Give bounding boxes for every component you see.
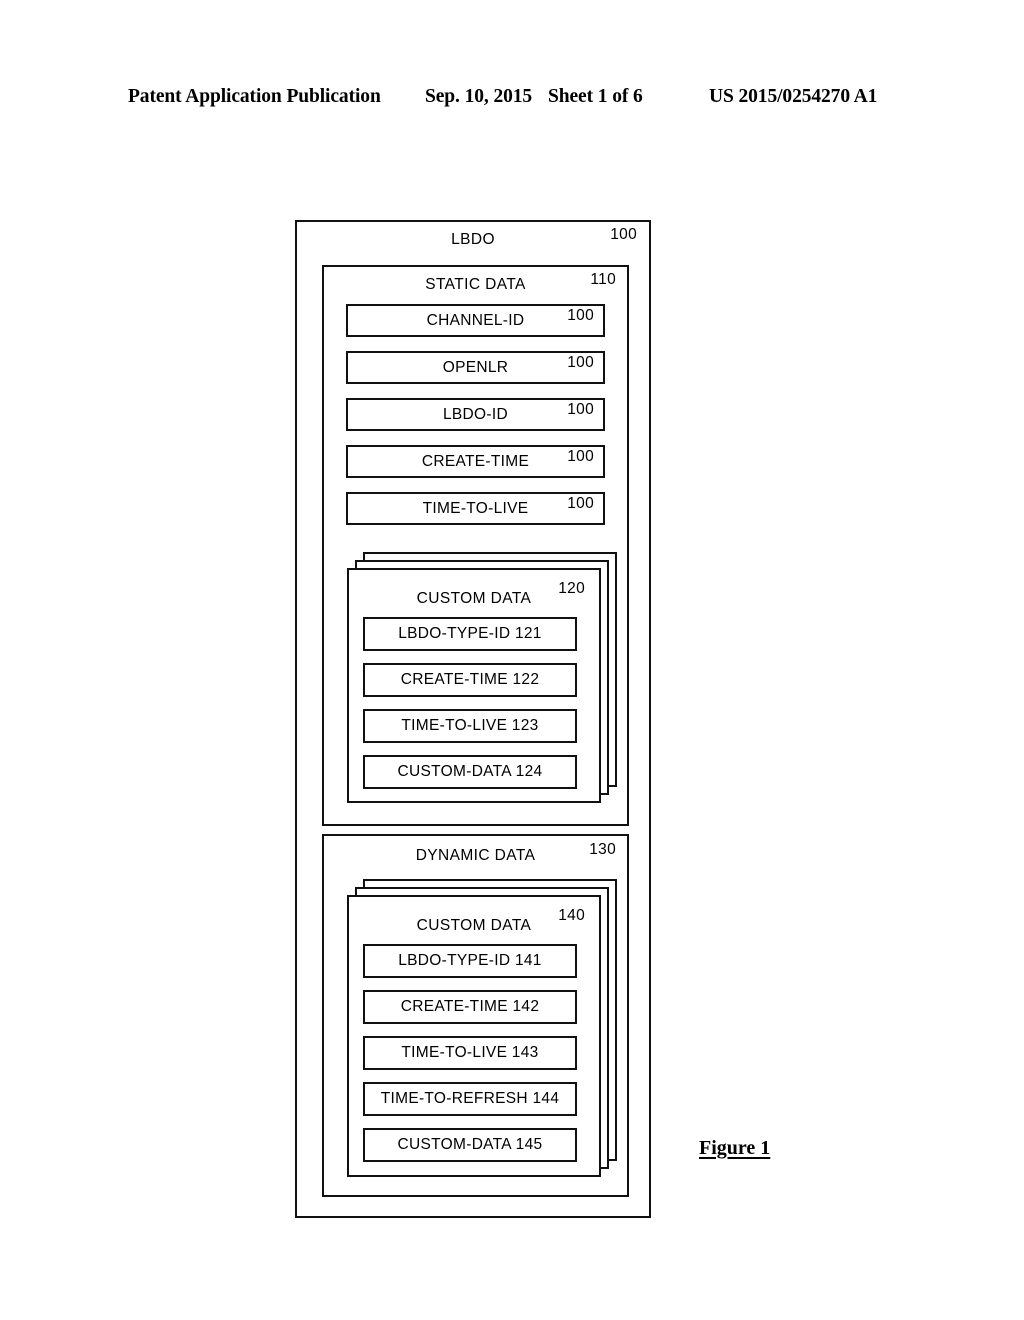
lbdo-container: LBDO 100 STATIC DATA 110 CHANNEL-ID 100 … [295,220,651,1218]
field-label: TIME-TO-LIVE [422,499,529,517]
field-label: TIME-TO-LIVE 143 [401,1044,539,1061]
lbdo-reference: 100 [610,226,637,243]
lbdo-title: LBDO [451,231,495,248]
field-reference: 100 [567,354,594,371]
field-time-to-live: TIME-TO-LIVE 100 [346,492,605,525]
field-reference: 100 [567,495,594,512]
field-create-time-122: CREATE-TIME 122 [363,663,577,697]
field-label: CREATE-TIME 122 [400,671,540,688]
dynamic-data-title: DYNAMIC DATA [415,847,536,864]
publication-title: Patent Application Publication [128,86,381,107]
patent-header: Patent Application Publication Sep. 10, … [128,86,883,112]
static-custom-data-reference: 120 [558,580,585,597]
dynamic-custom-data-container: CUSTOM DATA 140 LBDO-TYPE-ID 141 CREATE-… [347,895,601,1177]
field-reference: 100 [567,401,594,418]
field-time-to-live-143: TIME-TO-LIVE 143 [363,1036,577,1070]
figure-caption: Figure 1 [699,1137,771,1159]
field-lbdo-type-id-121: LBDO-TYPE-ID 121 [363,617,577,651]
field-lbdo-type-id-141: LBDO-TYPE-ID 141 [363,944,577,978]
field-label: CHANNEL-ID [426,311,525,329]
field-lbdo-id: LBDO-ID 100 [346,398,605,431]
field-label: TIME-TO-LIVE 123 [401,717,539,734]
field-create-time: CREATE-TIME 100 [346,445,605,478]
static-data-reference: 110 [590,271,616,288]
field-label: LBDO-TYPE-ID 121 [398,625,542,642]
field-label: LBDO-TYPE-ID 141 [398,952,542,969]
static-data-title: STATIC DATA [425,276,526,293]
field-create-time-142: CREATE-TIME 142 [363,990,577,1024]
field-openlr: OPENLR 100 [346,351,605,384]
field-reference: 100 [567,448,594,465]
field-reference: 100 [567,307,594,324]
field-label: CUSTOM-DATA 124 [397,763,543,780]
dynamic-data-reference: 130 [589,841,616,858]
field-time-to-refresh-144: TIME-TO-REFRESH 144 [363,1082,577,1116]
publication-number: US 2015/0254270 A1 [709,86,878,107]
sheet-number: Sheet 1 of 6 [548,86,643,107]
field-label: CREATE-TIME 142 [400,998,540,1015]
dynamic-custom-data-reference: 140 [558,907,585,924]
field-custom-data-145: CUSTOM-DATA 145 [363,1128,577,1162]
field-label: LBDO-ID [443,405,508,423]
publication-date: Sep. 10, 2015 [425,86,533,107]
static-custom-data-container: CUSTOM DATA 120 LBDO-TYPE-ID 121 CREATE-… [347,568,601,803]
dynamic-data-container: DYNAMIC DATA 130 CUSTOM DATA 140 LBDO-TY… [322,834,629,1197]
static-data-container: STATIC DATA 110 CHANNEL-ID 100 OPENLR 10… [322,265,629,826]
field-label: CREATE-TIME [421,452,530,470]
field-label: CUSTOM-DATA 145 [397,1136,543,1153]
field-label: TIME-TO-REFRESH 144 [380,1090,560,1107]
field-custom-data-124: CUSTOM-DATA 124 [363,755,577,789]
field-label: OPENLR [442,358,509,376]
field-channel-id: CHANNEL-ID 100 [346,304,605,337]
field-time-to-live-123: TIME-TO-LIVE 123 [363,709,577,743]
